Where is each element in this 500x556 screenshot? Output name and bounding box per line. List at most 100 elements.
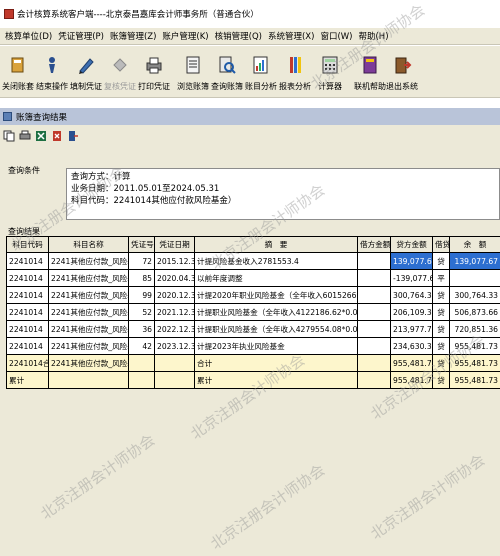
cell-voucher-no[interactable]: 36 (128, 320, 155, 338)
cell-summary[interactable]: 计提2020年职业风险基金（全年收入6015266.59*0.05） (194, 286, 358, 304)
col-header-summary[interactable]: 摘 要 (194, 236, 358, 253)
cell-date[interactable] (154, 371, 195, 389)
review-voucher-button[interactable]: 复核凭证 (102, 49, 138, 95)
cell-name[interactable]: 2241其他应付款_风险基金 (48, 337, 129, 355)
cell-dc[interactable]: 贷 (432, 320, 450, 338)
cell-summary[interactable]: 计提职业风险基金（全年收入4122186.62*0.05） (194, 303, 358, 321)
cell-debit[interactable] (357, 303, 391, 321)
cell-debit[interactable] (357, 320, 391, 338)
menu-accounting-unit[interactable]: 核算单位(D) (2, 30, 55, 42)
cell-dc[interactable]: 贷 (432, 337, 450, 355)
cell-name[interactable]: 2241其他应付款_风险基金 (48, 269, 129, 287)
cell-summary[interactable]: 累计 (194, 371, 358, 389)
cell-credit[interactable]: 955,481.73 (390, 354, 433, 372)
cell-credit[interactable]: -139,077.67 (390, 269, 433, 287)
print-icon[interactable] (19, 130, 31, 142)
cell-balance[interactable]: 955,481.73 (449, 354, 500, 372)
cell-date[interactable]: 2022.12.31 (154, 320, 195, 338)
cell-code[interactable]: 2241014合计 (6, 354, 49, 372)
cell-balance[interactable]: 955,481.73 (449, 371, 500, 389)
menu-window[interactable]: 窗口(W) (317, 30, 355, 42)
cell-summary[interactable]: 计提风险基金收入2781553.4 (194, 252, 358, 270)
menu-ledger-management[interactable]: 账簿管理(Z) (107, 30, 159, 42)
cell-voucher-no[interactable]: 52 (128, 303, 155, 321)
query-ledger-button[interactable]: 查询账簿 (209, 49, 245, 95)
table-row[interactable]: 22410142241其他应付款_风险基金992020.12.31计提2020年… (6, 286, 500, 304)
cell-debit[interactable] (357, 354, 391, 372)
cell-name[interactable]: 2241其他应付款_风险基金 (48, 303, 129, 321)
cell-credit[interactable]: 234,630.37 (390, 337, 433, 355)
cell-summary[interactable]: 以前年度调整 (194, 269, 358, 287)
account-analysis-button[interactable]: 账目分析 (243, 49, 279, 95)
menu-voucher-management[interactable]: 凭证管理(P) (55, 30, 107, 42)
col-header-name[interactable]: 科目名称 (48, 236, 129, 253)
menu-account-management[interactable]: 账户管理(K) (159, 30, 211, 42)
col-header-balance[interactable]: 余 额 (449, 236, 500, 253)
cell-debit[interactable] (357, 286, 391, 304)
cell-name[interactable]: 2241其他应付款_风险基金 (48, 354, 129, 372)
cell-debit[interactable] (357, 371, 391, 389)
cell-date[interactable]: 2021.12.31 (154, 303, 195, 321)
cell-name[interactable]: 2241其他应付款_风险基金 (48, 320, 129, 338)
cell-summary[interactable]: 合计 (194, 354, 358, 372)
cell-credit[interactable]: 213,977.70 (390, 320, 433, 338)
table-row[interactable]: 22410142241其他应付款_风险基金722015.12.31计提风险基金收… (6, 252, 500, 270)
copy-icon[interactable] (3, 130, 15, 142)
cell-balance[interactable]: 720,851.36 (449, 320, 500, 338)
cell-balance[interactable]: 955,481.73 (449, 337, 500, 355)
cell-date[interactable] (154, 354, 195, 372)
cell-code[interactable]: 2241014 (6, 269, 49, 287)
table-row[interactable]: 22410142241其他应付款_风险基金852020.04.30以前年度调整 -… (6, 269, 500, 287)
cell-date[interactable]: 2015.12.31 (154, 252, 195, 270)
menu-writeoff-management[interactable]: 核销管理(Q) (212, 30, 265, 42)
online-help-button[interactable]: 联机帮助 (352, 49, 388, 95)
browse-ledger-button[interactable]: 浏览账簿 (175, 49, 211, 95)
cell-name[interactable]: 2241其他应付款_风险基金 (48, 252, 129, 270)
cell-summary[interactable]: 计提职业风险基金（全年收入4279554.08*0.05） (194, 320, 358, 338)
report-analysis-button[interactable]: 报表分析 (277, 49, 313, 95)
cell-code[interactable]: 2241014 (6, 320, 49, 338)
cell-code[interactable]: 2241014 (6, 303, 49, 321)
cell-debit[interactable] (357, 337, 391, 355)
col-header-dc[interactable]: 借贷 (432, 236, 450, 253)
cell-voucher-no[interactable]: 85 (128, 269, 155, 287)
cell-voucher-no[interactable] (128, 354, 155, 372)
cell-dc[interactable]: 贷 (432, 354, 450, 372)
cell-voucher-no[interactable]: 72 (128, 252, 155, 270)
cell-summary[interactable]: 计提2023年执业风险基金 (194, 337, 358, 355)
delete-icon[interactable] (51, 130, 63, 142)
cell-dc[interactable]: 平 (432, 269, 450, 287)
summary-row[interactable]: 2241014合计2241其他应付款_风险基金 合计 955,481.73贷955,… (6, 354, 500, 372)
cell-voucher-no[interactable]: 42 (128, 337, 155, 355)
cell-credit[interactable]: 300,764.33 (390, 286, 433, 304)
cell-date[interactable]: 2023.12.31 (154, 337, 195, 355)
cell-date[interactable]: 2020.12.31 (154, 286, 195, 304)
cell-dc[interactable]: 贷 (432, 303, 450, 321)
cell-credit[interactable]: 955,481.73 (390, 371, 433, 389)
cell-voucher-no[interactable] (128, 371, 155, 389)
cell-credit[interactable]: 206,109.33 (390, 303, 433, 321)
col-header-code[interactable]: 科目代码 (6, 236, 49, 253)
cell-dc[interactable]: 贷 (432, 252, 450, 270)
table-row[interactable]: 22410142241其他应付款_风险基金522021.12.31计提职业风险基… (6, 303, 500, 321)
cell-date[interactable]: 2020.04.30 (154, 269, 195, 287)
menu-help[interactable]: 帮助(H) (355, 30, 391, 42)
cell-balance[interactable]: 300,764.33 (449, 286, 500, 304)
cell-code[interactable]: 2241014 (6, 286, 49, 304)
calculator-button[interactable]: 计算器 (312, 49, 348, 95)
cell-code[interactable]: 累计 (6, 371, 49, 389)
cell-code[interactable]: 2241014 (6, 337, 49, 355)
exit-system-button[interactable]: 退出系统 (384, 49, 420, 95)
exit-operation-button[interactable]: 结束操作 (34, 49, 70, 95)
col-header-credit[interactable]: 贷方金额 (390, 236, 433, 253)
print-voucher-button[interactable]: 打印凭证 (136, 49, 172, 95)
cell-dc[interactable]: 贷 (432, 286, 450, 304)
cell-balance[interactable] (449, 269, 500, 287)
col-header-debit[interactable]: 借方金额 (357, 236, 391, 253)
cell-name[interactable] (48, 371, 129, 389)
cell-balance[interactable]: 139,077.67 (449, 252, 500, 270)
table-row[interactable]: 22410142241其他应付款_风险基金422023.12.31计提2023年… (6, 337, 500, 355)
col-header-date[interactable]: 凭证日期 (154, 236, 195, 253)
col-header-voucher-no[interactable]: 凭证号 (128, 236, 155, 253)
excel-icon[interactable] (35, 130, 47, 142)
